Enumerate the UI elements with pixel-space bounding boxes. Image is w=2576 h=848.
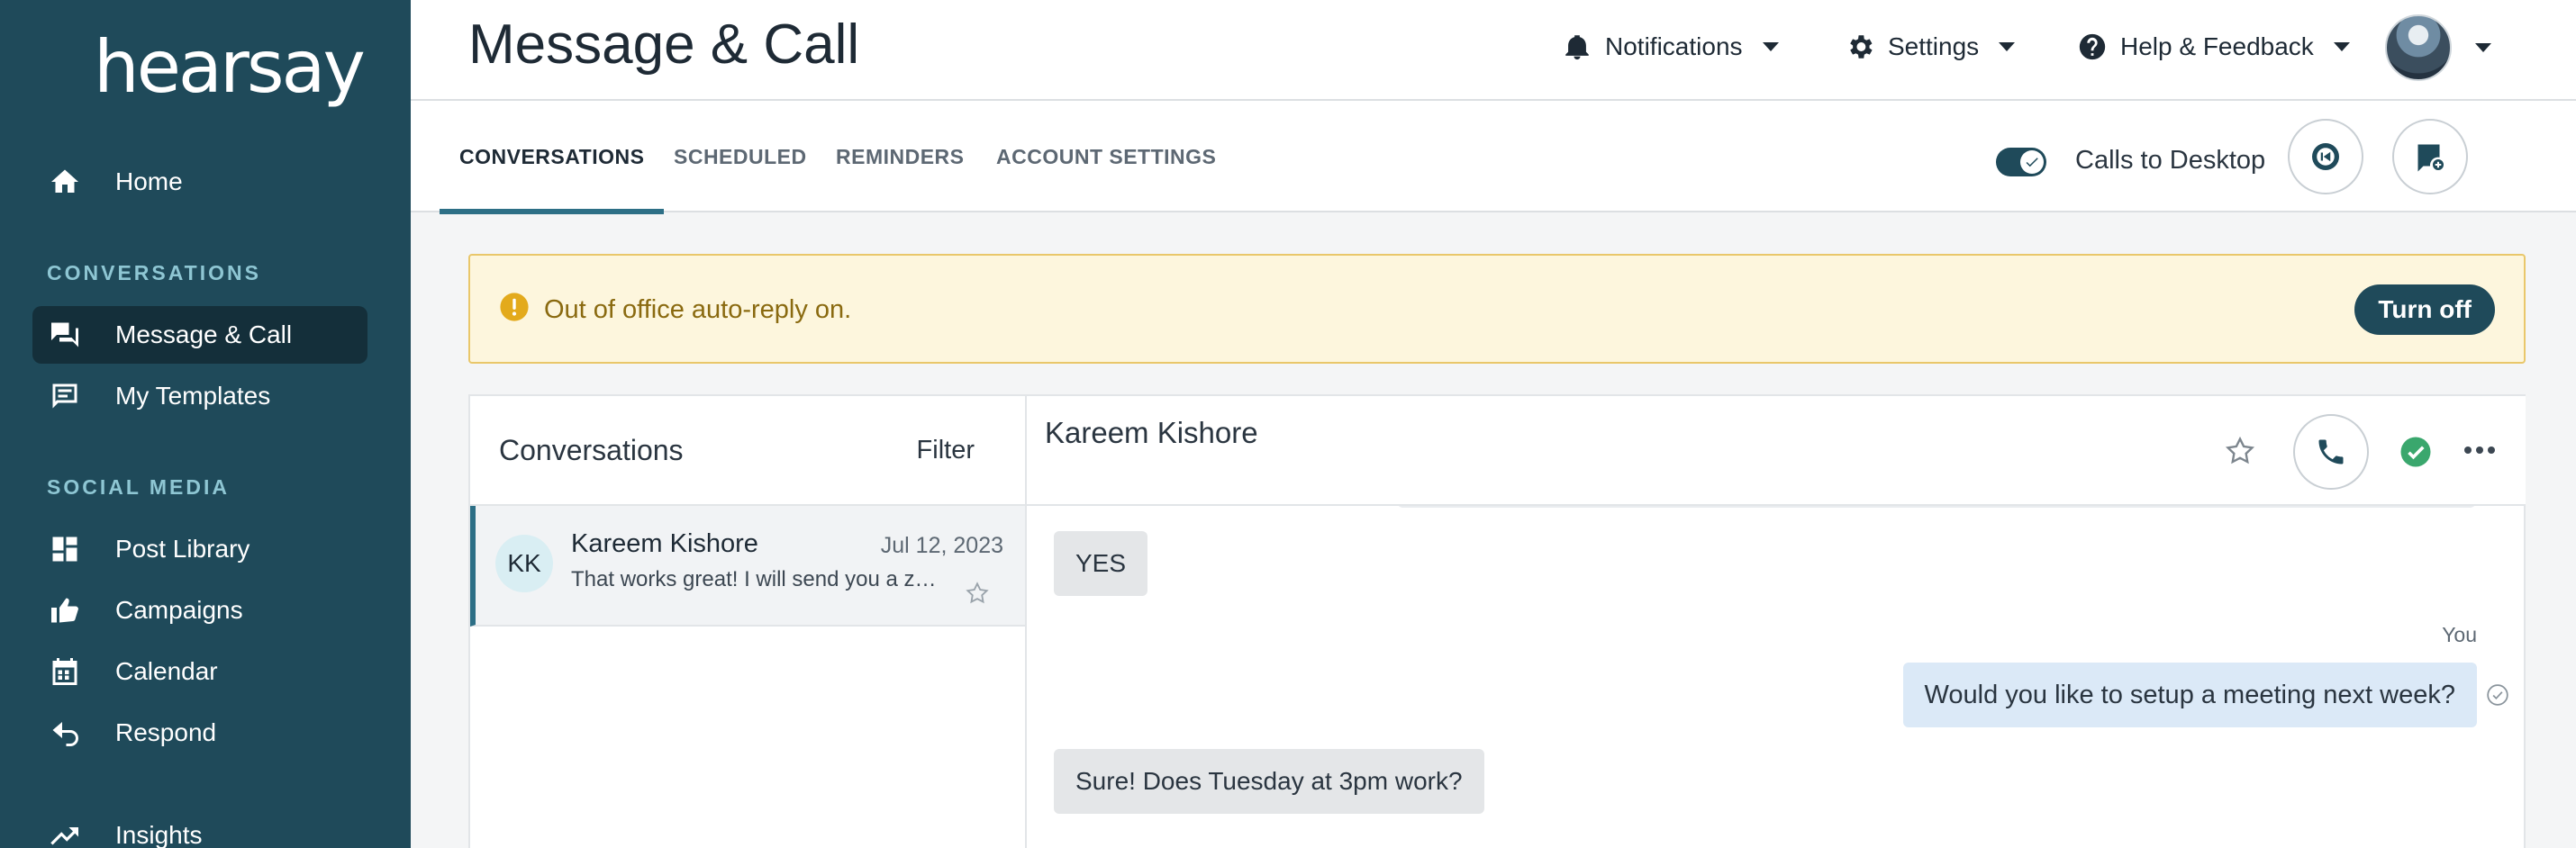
sidebar-item-message-call[interactable]: Message & Call	[32, 306, 367, 364]
thread-messages: YES You Would you like to setup a meetin…	[1027, 501, 2526, 848]
reply-icon	[32, 717, 97, 749]
sidebar-item-campaigns[interactable]: Campaigns	[32, 582, 367, 639]
sidebar-item-label: Home	[115, 167, 183, 195]
check-icon	[2026, 158, 2038, 167]
notifications-menu[interactable]: Notifications	[1562, 25, 1779, 68]
settings-label: Settings	[1888, 32, 1980, 60]
thumbs-up-icon	[32, 594, 97, 627]
resolve-check-icon[interactable]	[2399, 436, 2432, 468]
sent-check-icon	[2487, 684, 2508, 706]
help-feedback-menu[interactable]: Help & Feedback	[2077, 25, 2350, 68]
chevron-down-icon[interactable]	[2475, 43, 2491, 52]
filter-button[interactable]: Filter	[917, 436, 975, 465]
sidebar-item-home[interactable]: Home	[32, 153, 367, 211]
add-message-icon	[2417, 144, 2444, 172]
sidebar-item-post-library[interactable]: Post Library	[32, 520, 367, 578]
sidebar: hearsay Home CONVERSATIONS Message & Cal…	[0, 0, 411, 848]
sidebar-item-insights[interactable]: Insights	[32, 807, 367, 848]
call-button[interactable]	[2293, 414, 2369, 490]
contact-initials-avatar: KK	[495, 535, 553, 592]
home-icon	[32, 166, 97, 198]
conversation-list: Conversations Filter KK Kareem Kishore J…	[470, 396, 1027, 848]
conversation-snippet: That works great! I will send you a zo..…	[571, 567, 940, 591]
incoming-message: Sure! Does Tuesday at 3pm work?	[1054, 749, 1484, 814]
contact-name: Kareem Kishore	[571, 529, 758, 558]
tab-account-settings[interactable]: ACCOUNT SETTINGS	[996, 101, 1216, 212]
out-of-office-banner: Out of office auto-reply on. Turn off	[468, 254, 2526, 364]
sidebar-item-label: Message & Call	[115, 320, 293, 348]
bell-icon	[1565, 35, 1589, 60]
voicemail-button[interactable]	[2288, 119, 2363, 194]
avatar[interactable]	[2385, 14, 2452, 81]
sidebar-item-label: Insights	[115, 821, 203, 848]
help-icon	[2079, 33, 2106, 60]
sender-label: You	[2442, 623, 2477, 646]
message-thread: Kareem Kishore YES You Would you like to…	[1027, 396, 2526, 848]
notifications-label: Notifications	[1605, 32, 1743, 60]
banner-text: Out of office auto-reply on.	[544, 295, 852, 324]
calls-to-desktop-toggle[interactable]	[1996, 148, 2046, 176]
top-header: Message & Call Notifications Settings He…	[411, 0, 2576, 101]
chevron-down-icon	[1999, 42, 2016, 51]
settings-menu[interactable]: Settings	[1845, 25, 2016, 68]
chevron-down-icon	[2333, 42, 2350, 51]
hearsay-logo[interactable]: hearsay	[94, 25, 366, 109]
sidebar-section-conversations: CONVERSATIONS	[47, 261, 261, 284]
conversation-date: Jul 12, 2023	[880, 533, 1003, 558]
help-feedback-label: Help & Feedback	[2120, 32, 2314, 60]
sidebar-item-label: Respond	[115, 718, 217, 746]
incoming-message: YES	[1054, 531, 1148, 596]
tab-scheduled[interactable]: SCHEDULED	[674, 101, 807, 212]
phone-icon	[2318, 439, 2344, 465]
turn-off-button[interactable]: Turn off	[2354, 284, 2495, 335]
list-item[interactable]: KK Kareem Kishore Jul 12, 2023 That work…	[470, 506, 1025, 627]
template-icon	[32, 380, 97, 412]
sidebar-item-label: Calendar	[115, 657, 218, 685]
gear-icon	[1850, 35, 1873, 59]
dashboard-icon	[32, 533, 97, 565]
chat-bubbles-icon	[32, 319, 97, 351]
rewind-icon	[2312, 143, 2339, 170]
star-icon[interactable]	[2223, 434, 2257, 468]
page-title: Message & Call	[468, 14, 860, 76]
conversation-list-header: Conversations Filter	[470, 396, 1025, 506]
sidebar-section-social-media: SOCIAL MEDIA	[47, 475, 230, 499]
warning-icon	[500, 293, 529, 321]
star-icon[interactable]	[964, 580, 991, 607]
more-options-icon[interactable]	[2464, 447, 2495, 454]
outgoing-message: Would you like to setup a meeting next w…	[1902, 663, 2477, 727]
tab-reminders[interactable]: REMINDERS	[836, 101, 965, 212]
new-message-button[interactable]	[2392, 119, 2468, 194]
tab-conversations[interactable]: CONVERSATIONS	[440, 101, 665, 214]
sidebar-item-label: Campaigns	[115, 596, 243, 624]
trending-up-icon	[32, 819, 97, 848]
sidebar-item-label: Post Library	[115, 535, 250, 563]
tabs-bar: CONVERSATIONS SCHEDULED REMINDERS ACCOUN…	[411, 101, 2576, 214]
chevron-down-icon	[1762, 42, 1779, 51]
thread-header: Kareem Kishore	[1027, 396, 2526, 506]
sidebar-item-my-templates[interactable]: My Templates	[32, 367, 367, 425]
sidebar-item-calendar[interactable]: Calendar	[32, 643, 367, 700]
calendar-icon	[32, 655, 97, 688]
thread-contact-name: Kareem Kishore	[1045, 416, 1258, 449]
sidebar-item-label: My Templates	[115, 382, 271, 410]
calls-to-desktop-label: Calls to Desktop	[2075, 146, 2266, 175]
conversation-list-title: Conversations	[499, 434, 684, 466]
sidebar-item-respond[interactable]: Respond	[32, 704, 367, 762]
conversation-panel: Conversations Filter KK Kareem Kishore J…	[468, 394, 2526, 848]
